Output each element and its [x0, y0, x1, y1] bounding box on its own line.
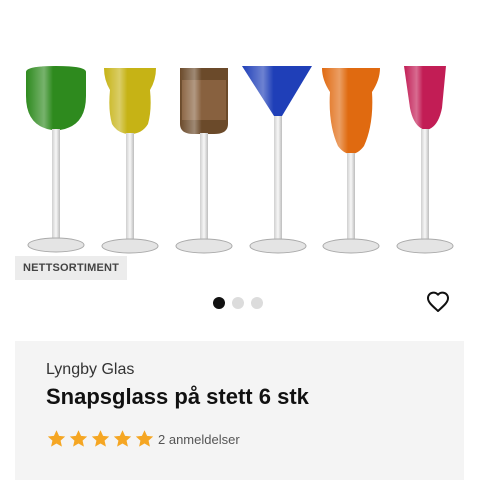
glass-green	[26, 66, 86, 253]
star-icon	[69, 430, 88, 447]
glass-orange	[322, 68, 380, 254]
star-icon	[113, 430, 132, 447]
glass-yellow	[101, 68, 159, 254]
product-title[interactable]: Snapsglass på stett 6 stk	[46, 384, 309, 410]
star-icon	[91, 430, 110, 447]
star-icon	[135, 430, 154, 447]
product-image[interactable]	[0, 0, 480, 260]
nettsortiment-badge: NETTSORTIMENT	[15, 256, 128, 280]
carousel-dot-1[interactable]	[213, 297, 225, 309]
glass-blue	[242, 66, 312, 254]
carousel-pagination	[213, 296, 263, 310]
heart-outline-icon[interactable]	[426, 290, 450, 314]
glass-pink	[396, 66, 454, 254]
product-info-card[interactable]: Lyngby Glas Snapsglass på stett 6 stk 2 …	[15, 341, 464, 480]
product-brand[interactable]: Lyngby Glas	[46, 361, 134, 379]
carousel-dot-2[interactable]	[232, 297, 244, 309]
glass-brown	[175, 68, 233, 254]
carousel-dot-3[interactable]	[251, 297, 263, 309]
star-icon	[47, 430, 66, 447]
product-rating[interactable]: 2 anmeldelser	[46, 429, 240, 449]
rating-stars	[46, 429, 155, 449]
review-count[interactable]: 2 anmeldelser	[158, 432, 240, 447]
badge-label: NETTSORTIMENT	[23, 262, 120, 274]
